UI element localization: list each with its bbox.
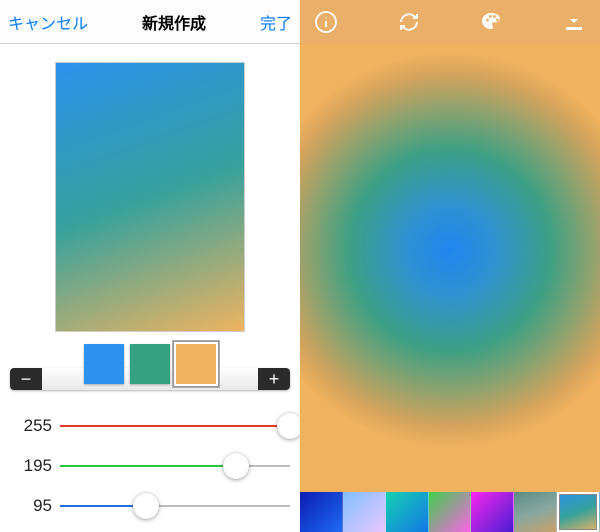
minus-icon: −: [21, 370, 32, 388]
wallpaper-preview: [300, 0, 600, 532]
blue-slider[interactable]: [60, 491, 290, 521]
cancel-button[interactable]: キャンセル: [8, 10, 88, 34]
download-icon[interactable]: [562, 10, 586, 34]
color-swatch-2[interactable]: [176, 344, 216, 384]
remove-swatch-button[interactable]: −: [10, 368, 42, 390]
green-value: 195: [10, 456, 60, 476]
blue-slider-row: 95: [10, 486, 290, 526]
plus-icon: +: [269, 370, 280, 388]
gradient-thumb-5[interactable]: [514, 492, 557, 532]
done-button[interactable]: 完了: [260, 10, 292, 34]
navbar: キャンセル 新規作成 完了: [0, 0, 300, 44]
gradient-thumb-1[interactable]: [343, 492, 386, 532]
gradient-thumb-2[interactable]: [386, 492, 429, 532]
color-swatch-0[interactable]: [84, 344, 124, 384]
swatch-tray: − +: [10, 346, 290, 396]
red-value: 255: [10, 416, 60, 436]
add-swatch-button[interactable]: +: [258, 368, 290, 390]
color-swatch-1[interactable]: [130, 344, 170, 384]
rgb-sliders: 255 195 95: [10, 406, 290, 526]
palette-icon[interactable]: [479, 10, 503, 34]
gradient-thumb-3[interactable]: [429, 492, 472, 532]
page-title: 新規作成: [142, 10, 206, 34]
gradient-preview: [55, 62, 245, 332]
gradient-thumb-0[interactable]: [300, 492, 343, 532]
refresh-icon[interactable]: [397, 10, 421, 34]
gradient-thumb-4[interactable]: [471, 492, 514, 532]
gradient-thumb-6[interactable]: [557, 492, 600, 532]
editor-panel: キャンセル 新規作成 完了 − + 255 195 95: [0, 0, 300, 532]
swatch-row: [84, 344, 216, 384]
gradient-thumbnails: [300, 492, 600, 532]
preview-panel: [300, 0, 600, 532]
red-slider[interactable]: [60, 411, 290, 441]
info-icon[interactable]: [314, 10, 338, 34]
green-slider-row: 195: [10, 446, 290, 486]
top-toolbar: [300, 0, 600, 44]
green-slider[interactable]: [60, 451, 290, 481]
blue-value: 95: [10, 496, 60, 516]
red-slider-row: 255: [10, 406, 290, 446]
